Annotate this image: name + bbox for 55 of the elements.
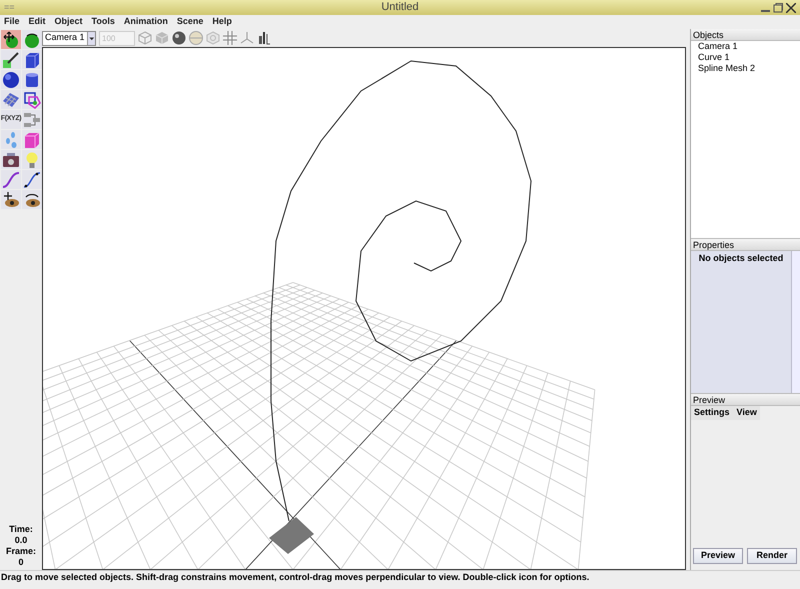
perspective-icon[interactable] (257, 31, 271, 45)
panel-title: Objects (691, 29, 800, 41)
object-list-item[interactable]: Camera 1 (691, 41, 800, 52)
frame-value: 0 (18, 557, 24, 568)
mesh-icon (2, 90, 20, 108)
curve-icon (2, 170, 20, 188)
curve-icon (22, 170, 40, 188)
cube-icon (22, 130, 40, 148)
menu-item[interactable]: Help (212, 15, 232, 29)
tool-button[interactable] (22, 90, 42, 109)
tool-button[interactable] (1, 30, 21, 49)
sphere-icon (2, 70, 20, 88)
window-title: Untitled (381, 0, 419, 16)
tool-button[interactable] (1, 70, 21, 89)
frame-label: Frame: (6, 546, 36, 557)
panel-title: Preview (691, 394, 800, 406)
menu-item[interactable]: Scene (176, 15, 204, 29)
panel-button[interactable]: Render (747, 548, 797, 564)
tool-button[interactable] (22, 170, 42, 189)
tool-button[interactable] (22, 190, 42, 209)
pencil-icon (2, 50, 20, 68)
nodes-icon (22, 110, 40, 128)
menu-item[interactable]: File (4, 15, 20, 29)
menu-item[interactable]: Animation (124, 15, 168, 29)
camera-dropdown[interactable]: Camera 1 (42, 30, 96, 46)
tool-button[interactable] (1, 50, 21, 69)
tool-button[interactable] (22, 70, 42, 89)
menu-item[interactable]: Object (54, 15, 83, 29)
time-value: 0.0 (14, 535, 28, 546)
properties-message: No objects selected (698, 252, 784, 265)
grid-icon[interactable] (223, 31, 237, 45)
panel-button[interactable]: Preview (693, 548, 743, 564)
tool-button[interactable] (22, 50, 42, 69)
polygon-icon (22, 90, 40, 108)
move-icon (2, 30, 20, 48)
status-text: Drag to move selected objects. Shift-drag constrains movement, control-drag moves perpendicular to view. Double-click icon for options. (0, 571, 590, 584)
caret-icon (86, 32, 95, 44)
close-icon[interactable] (786, 2, 796, 12)
object-list-item[interactable]: Spline Mesh 2 (691, 63, 800, 74)
scrollbar[interactable] (791, 251, 800, 393)
menu-item[interactable]: View (736, 406, 757, 420)
tool-button[interactable] (1, 190, 21, 209)
object-list-item[interactable]: Curve 1 (691, 52, 800, 63)
camera-icon (2, 150, 20, 168)
menu-item[interactable]: Tools (92, 15, 115, 29)
menu-item[interactable]: Edit (28, 15, 46, 29)
maximize-icon[interactable] (773, 2, 783, 12)
time-label: Time: (9, 524, 33, 535)
menu-item[interactable]: Settings (694, 406, 730, 420)
panel-title: Properties (691, 239, 800, 251)
tool-button[interactable] (1, 150, 21, 169)
smooth-view-icon[interactable] (172, 31, 186, 45)
eye-move-icon (2, 190, 20, 208)
rotate-icon (22, 30, 40, 48)
tool-button[interactable] (22, 30, 42, 49)
